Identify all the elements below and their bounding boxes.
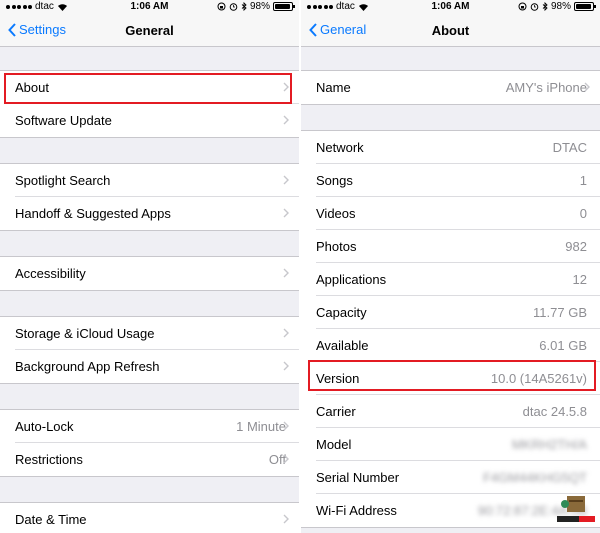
lock-rotation-icon <box>518 2 527 11</box>
row-value: AMY's iPhone <box>505 80 587 95</box>
row-label: Capacity <box>316 305 367 320</box>
row-value: MKRH2TH/A <box>511 437 587 452</box>
row-label: Auto-Lock <box>15 419 74 434</box>
page-title: General <box>125 23 174 38</box>
status-bar: dtac 1:06 AM 98% <box>301 0 600 14</box>
row-network: Network DTAC <box>301 131 600 164</box>
row-label: Handoff & Suggested Apps <box>15 206 171 221</box>
row-carrier: Carrier dtac 24.5.8 <box>301 394 600 428</box>
settings-group: Spotlight Search Handoff & Suggested App… <box>0 163 299 231</box>
row-model: Model MKRH2TH/A <box>301 427 600 461</box>
row-capacity: Capacity 11.77 GB <box>301 295 600 329</box>
bluetooth-icon <box>542 2 548 11</box>
row-label: Songs <box>316 173 353 188</box>
settings-group: Auto-Lock 1 Minute Restrictions Off <box>0 409 299 477</box>
row-value: 6.01 GB <box>539 338 587 353</box>
battery-percent: 98% <box>550 1 571 12</box>
row-value: F4GM44KHG5QT <box>482 470 587 485</box>
chevron-right-icon <box>283 361 289 371</box>
battery-percent: 98% <box>249 1 270 12</box>
row-storage[interactable]: Storage & iCloud Usage <box>0 317 299 350</box>
nav-bar: Settings General <box>0 14 299 47</box>
status-bar: dtac 1:06 AM 98% <box>0 0 299 14</box>
chevron-right-icon <box>283 514 289 524</box>
settings-group: Storage & iCloud Usage Background App Re… <box>0 316 299 384</box>
row-value: 12 <box>572 272 587 287</box>
chevron-right-icon <box>283 268 289 278</box>
row-auto-lock[interactable]: Auto-Lock 1 Minute <box>0 410 299 443</box>
row-label: Name <box>316 80 351 95</box>
row-serial-number: Serial Number F4GM44KHG5QT <box>301 460 600 494</box>
row-spotlight-search[interactable]: Spotlight Search <box>0 164 299 197</box>
row-label: Carrier <box>316 404 356 419</box>
row-label: Network <box>316 140 364 155</box>
row-label: Videos <box>316 206 356 221</box>
battery-icon <box>574 2 596 11</box>
row-available: Available 6.01 GB <box>301 328 600 362</box>
chevron-right-icon <box>283 421 289 431</box>
row-label: Software Update <box>15 113 112 128</box>
row-songs: Songs 1 <box>301 163 600 197</box>
row-value: 0 <box>579 206 587 221</box>
row-background-refresh[interactable]: Background App Refresh <box>0 349 299 383</box>
row-value: 10.0 (14A5261v) <box>490 371 587 386</box>
row-label: Restrictions <box>15 452 83 467</box>
lock-rotation-icon <box>217 2 226 11</box>
row-version: Version 10.0 (14A5261v) <box>301 361 600 395</box>
techmoblog-logo <box>557 496 595 522</box>
row-label: Date & Time <box>15 512 87 527</box>
row-label: Background App Refresh <box>15 359 160 374</box>
row-value: 982 <box>565 239 587 254</box>
row-value: 1 <box>579 173 587 188</box>
row-handoff[interactable]: Handoff & Suggested Apps <box>0 196 299 230</box>
row-software-update[interactable]: Software Update <box>0 103 299 137</box>
chevron-right-icon <box>283 208 289 218</box>
row-name[interactable]: Name AMY's iPhone <box>301 71 600 104</box>
status-right: 98% <box>518 1 596 12</box>
chevron-right-icon <box>283 328 289 338</box>
chevron-right-icon <box>283 175 289 185</box>
row-label: Available <box>316 338 369 353</box>
row-value: 1 Minute <box>236 419 286 434</box>
row-label: Model <box>316 437 352 452</box>
row-label: Storage & iCloud Usage <box>15 326 155 341</box>
row-value: DTAC <box>552 140 587 155</box>
chevron-right-icon <box>283 115 289 125</box>
row-photos: Photos 982 <box>301 229 600 263</box>
row-label: Wi-Fi Address <box>316 503 397 518</box>
row-label: Applications <box>316 272 387 287</box>
settings-group: Accessibility <box>0 256 299 291</box>
alarm-icon <box>229 3 238 11</box>
general-screen: dtac 1:06 AM 98% Settings General About … <box>0 0 299 533</box>
row-label: Photos <box>316 239 357 254</box>
row-restrictions[interactable]: Restrictions Off <box>0 442 299 476</box>
row-label: Accessibility <box>15 266 86 281</box>
chevron-right-icon <box>283 82 289 92</box>
about-group: Network DTAC Songs 1 Videos 0 Photos 982… <box>301 130 600 528</box>
row-videos: Videos 0 <box>301 196 600 230</box>
row-label: Serial Number <box>316 470 400 485</box>
row-date-time[interactable]: Date & Time <box>0 503 299 533</box>
row-accessibility[interactable]: Accessibility <box>0 257 299 290</box>
row-label: Version <box>316 371 360 386</box>
bluetooth-icon <box>241 2 247 11</box>
alarm-icon <box>530 3 539 11</box>
chevron-right-icon <box>283 454 289 464</box>
battery-icon <box>273 2 295 11</box>
chevron-right-icon <box>584 82 590 92</box>
settings-group: Date & Time <box>0 502 299 533</box>
status-right: 98% <box>217 1 295 12</box>
row-label: About <box>15 80 49 95</box>
row-applications: Applications 12 <box>301 262 600 296</box>
row-value: dtac 24.5.8 <box>522 404 587 419</box>
row-about[interactable]: About <box>0 71 299 104</box>
about-screen: dtac 1:06 AM 98% General About Name AMY'… <box>301 0 600 533</box>
about-group: Name AMY's iPhone <box>301 70 600 105</box>
nav-bar: General About <box>301 14 600 47</box>
settings-group: About Software Update <box>0 70 299 138</box>
row-value: 11.77 GB <box>533 305 587 320</box>
row-label: Spotlight Search <box>15 173 111 188</box>
page-title: About <box>431 23 470 38</box>
